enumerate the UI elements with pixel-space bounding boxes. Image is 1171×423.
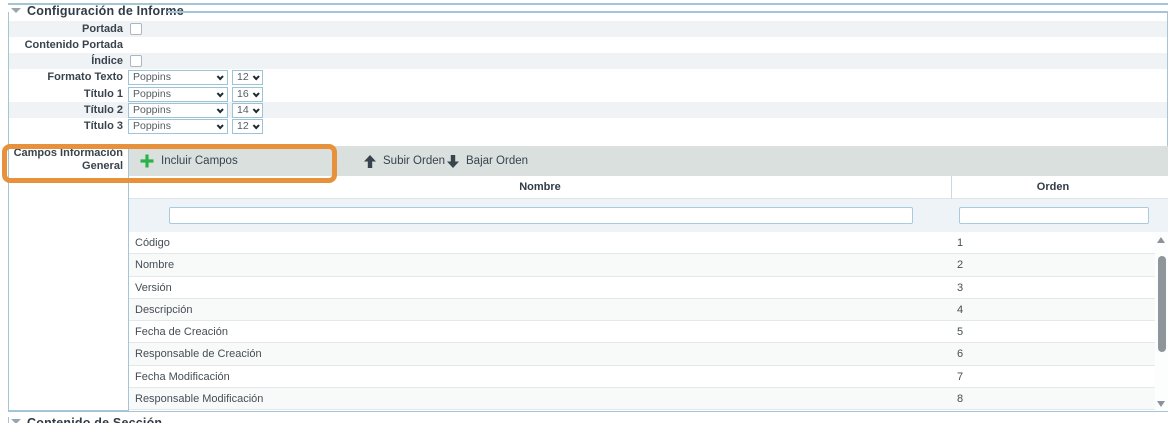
- titulo3-size-select[interactable]: 12: [232, 119, 263, 134]
- titulo2-size-value: 14: [237, 104, 249, 116]
- table-row[interactable]: Fecha Modificación 7: [129, 366, 1155, 388]
- table-row[interactable]: Responsable Modificación 8: [129, 388, 1155, 410]
- table-row[interactable]: Descripción 4: [129, 299, 1155, 321]
- triangle-up-icon: [1157, 237, 1165, 243]
- next-section-header: Contenido de Sección: [0, 415, 1171, 423]
- indice-label: Índice: [9, 53, 123, 69]
- section-header-line: [167, 11, 1168, 13]
- formato-texto-size-select[interactable]: 12: [232, 70, 263, 85]
- cell-orden: 7: [957, 366, 963, 388]
- chevron-down-icon: [217, 122, 224, 129]
- table-row[interactable]: Fecha de Creación 5: [129, 321, 1155, 343]
- cell-orden: 1: [957, 232, 963, 254]
- grid-filter-row: [129, 199, 1168, 232]
- report-configuration-panel: Configuración de Informe Portada Conteni…: [0, 0, 1171, 423]
- next-section-title: Contenido de Sección: [27, 416, 162, 423]
- indice-checkbox[interactable]: [130, 55, 142, 67]
- titulo1-size-value: 16: [237, 88, 249, 100]
- cell-nombre: Responsable de Creación: [135, 343, 262, 365]
- form-row-titulo1: Título 1 Poppins 16: [9, 86, 1167, 102]
- titulo1-size-select[interactable]: 16: [232, 87, 263, 102]
- arrow-up-icon: [364, 155, 376, 168]
- cell-nombre: Fecha Modificación: [135, 366, 230, 388]
- cell-orden: 4: [957, 299, 963, 321]
- table-row[interactable]: Nombre 2: [129, 254, 1155, 276]
- nombre-filter-input[interactable]: [169, 207, 913, 224]
- scrollbar-thumb[interactable]: [1158, 256, 1166, 352]
- chevron-down-icon: [253, 122, 260, 129]
- chevron-down-icon: [217, 106, 224, 113]
- titulo1-font-value: Poppins: [133, 88, 171, 100]
- collapse-section-icon[interactable]: [11, 8, 21, 13]
- titulo3-size-value: 12: [237, 120, 249, 132]
- titulo1-font-select[interactable]: Poppins: [128, 87, 228, 102]
- collapse-next-section-icon[interactable]: [11, 419, 21, 423]
- campos-informacion-general-label: Campos Información General: [9, 147, 123, 173]
- subir-orden-label: Subir Orden: [383, 155, 445, 167]
- titulo3-font-value: Poppins: [133, 120, 171, 132]
- campos-label-line1: Campos Información: [9, 147, 123, 160]
- form-row-indice: Índice: [9, 53, 1167, 69]
- incluir-campos-button[interactable]: Incluir Campos: [140, 146, 238, 176]
- orden-filter-input[interactable]: [959, 207, 1149, 224]
- cell-orden: 6: [957, 343, 963, 365]
- scroll-down-button[interactable]: [1155, 396, 1168, 410]
- formato-texto-font-select[interactable]: Poppins: [128, 70, 228, 85]
- cell-nombre: Código: [135, 232, 170, 254]
- vertical-scrollbar: [1155, 232, 1168, 410]
- formato-texto-label: Formato Texto: [9, 69, 123, 85]
- cell-nombre: Descripción: [135, 299, 192, 321]
- bajar-orden-button[interactable]: Bajar Orden: [447, 146, 528, 176]
- chevron-down-icon: [253, 90, 260, 97]
- cell-nombre: Nombre: [135, 254, 174, 276]
- titulo2-size-select[interactable]: 14: [232, 103, 263, 118]
- portada-checkbox[interactable]: [130, 23, 142, 35]
- scroll-up-button[interactable]: [1155, 232, 1168, 246]
- triangle-down-icon: [1157, 401, 1165, 407]
- cell-orden: 5: [957, 321, 963, 343]
- form-row-contenido-portada: Contenido Portada: [9, 37, 1167, 53]
- titulo1-label: Título 1: [9, 86, 123, 102]
- grid-header-row: Nombre Orden: [129, 176, 1168, 199]
- formato-texto-font-value: Poppins: [133, 71, 171, 83]
- cell-orden: 2: [957, 254, 963, 276]
- form-row-formato-texto: Formato Texto Poppins 12: [9, 69, 1167, 86]
- campos-grid: Incluir Campos Subir Orden Bajar Orden N…: [128, 146, 1168, 411]
- chevron-down-icon: [217, 73, 224, 80]
- cell-nombre: Responsable Modificación: [135, 388, 263, 410]
- titulo3-font-select[interactable]: Poppins: [128, 119, 228, 134]
- cell-nombre: Fecha de Creación: [135, 321, 228, 343]
- form-row-titulo2: Título 2 Poppins 14: [9, 102, 1167, 118]
- formato-texto-size-value: 12: [237, 71, 249, 83]
- cell-orden: 3: [957, 277, 963, 299]
- cell-orden: 8: [957, 388, 963, 410]
- titulo2-label: Título 2: [9, 102, 123, 118]
- chevron-down-icon: [253, 106, 260, 113]
- table-row[interactable]: Responsable de Creación 6: [129, 343, 1155, 365]
- section-title: Configuración de Informe: [27, 4, 184, 18]
- portada-label: Portada: [9, 21, 123, 37]
- subir-orden-button[interactable]: Subir Orden: [364, 146, 445, 176]
- column-header-nombre[interactable]: Nombre: [129, 176, 951, 199]
- arrow-down-icon: [447, 155, 459, 168]
- form-row-titulo3: Título 3 Poppins 12: [9, 118, 1167, 135]
- form-row-portada: Portada: [9, 21, 1167, 37]
- cell-nombre: Versión: [135, 277, 172, 299]
- table-row[interactable]: Código 1: [129, 232, 1155, 254]
- chevron-down-icon: [217, 90, 224, 97]
- next-group-left-border: [8, 417, 9, 423]
- contenido-portada-label: Contenido Portada: [9, 37, 123, 53]
- table-row[interactable]: Versión 3: [129, 277, 1155, 299]
- titulo3-label: Título 3: [9, 118, 123, 134]
- bajar-orden-label: Bajar Orden: [466, 155, 528, 167]
- chevron-down-icon: [253, 73, 260, 80]
- titulo2-font-select[interactable]: Poppins: [128, 103, 228, 118]
- column-header-orden[interactable]: Orden: [951, 176, 1155, 199]
- campos-label-line2: General: [9, 160, 123, 173]
- incluir-campos-label: Incluir Campos: [161, 155, 238, 167]
- grid-toolbar: Incluir Campos Subir Orden Bajar Orden: [129, 146, 1168, 176]
- plus-icon: [140, 154, 154, 168]
- grid-rows: Código 1 Nombre 2 Versión 3 Descripción …: [129, 232, 1155, 410]
- titulo2-font-value: Poppins: [133, 104, 171, 116]
